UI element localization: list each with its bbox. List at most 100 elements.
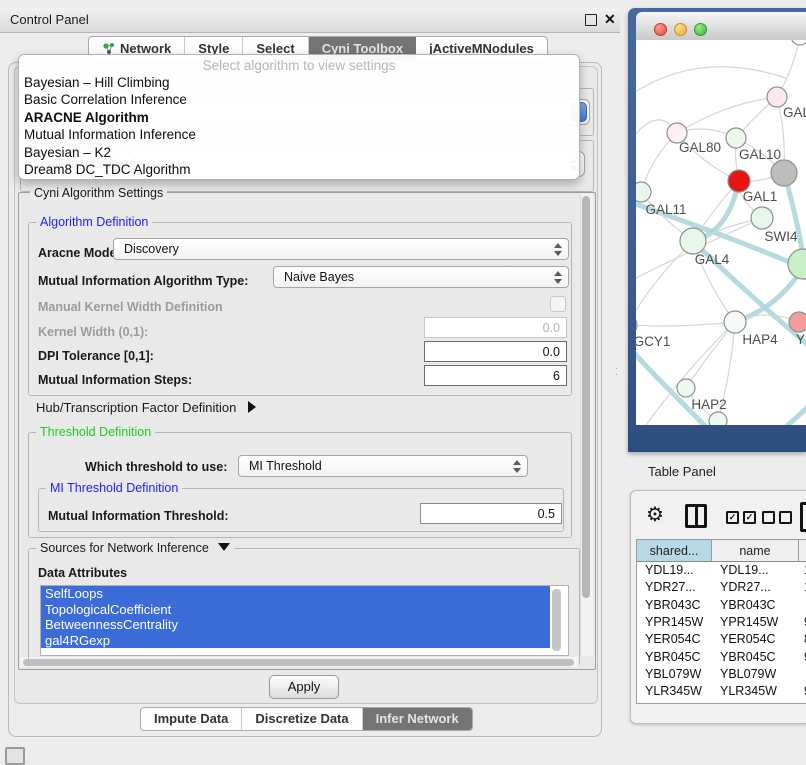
node-table[interactable]: shared... name YDL19...YDL19...13YDR27..… xyxy=(636,539,806,704)
sources-group-title[interactable]: Sources for Network Inference xyxy=(36,541,234,555)
table-cell: YBL079W xyxy=(645,667,701,681)
node-label: Y xyxy=(796,332,805,347)
tab-discretize-data[interactable]: Discretize Data xyxy=(242,708,362,730)
table-cell: YLR345W xyxy=(645,684,702,698)
table-cell: YPR145W xyxy=(645,615,703,629)
gear-icon[interactable]: ⚙ xyxy=(646,502,664,527)
algorithm-option-basic-correlation-inference[interactable]: Basic Correlation Inference xyxy=(19,91,579,108)
table-row[interactable]: YDL19...YDL19...13 xyxy=(637,562,806,579)
network-graph[interactable]: GALGAL80GAL10GAL1GAL11SWI4GAL4HAP4YGCY1H… xyxy=(636,40,806,425)
table-cell: YER054C xyxy=(645,632,701,646)
node-label: GAL11 xyxy=(645,202,686,217)
network-node[interactable] xyxy=(791,40,806,45)
network-node-hap2[interactable] xyxy=(677,379,695,397)
which-threshold-combobox[interactable]: MI Threshold xyxy=(238,455,528,477)
algorithm-option-mutual-information-inference[interactable]: Mutual Information Inference xyxy=(19,126,579,143)
manual-kernel-label: Manual Kernel Width Definition xyxy=(38,300,223,314)
float-window-icon[interactable] xyxy=(585,14,597,26)
network-node-y[interactable] xyxy=(789,312,806,332)
network-node-gal10[interactable] xyxy=(726,128,746,148)
attribute-item-topologicalcoefficient[interactable]: TopologicalCoefficient xyxy=(41,602,550,618)
data-attributes-list[interactable]: SelfLoopsTopologicalCoefficientBetweenne… xyxy=(40,585,569,656)
unchecked-box-icon[interactable] xyxy=(779,511,792,524)
column-header-shared-name[interactable]: shared... xyxy=(637,540,712,562)
kernel-width-field[interactable]: 0.0 xyxy=(424,317,567,338)
algorithm-option-dream8-dc-tdc-algorithm[interactable]: Dream8 DC_TDC Algorithm xyxy=(19,161,579,178)
network-node-gcy1[interactable] xyxy=(636,316,637,334)
expander-arrow-down-icon[interactable] xyxy=(218,543,230,551)
list-vertical-scrollbar-thumb[interactable] xyxy=(552,589,561,651)
document-icon[interactable] xyxy=(800,502,806,532)
algorithm-option-bayesian-k2[interactable]: Bayesian – K2 xyxy=(19,144,579,161)
table-panel-title: Table Panel xyxy=(648,464,716,479)
mi-type-label: Mutual Information Algorithm Type: xyxy=(38,274,248,288)
checked-box-icon[interactable]: ✓ xyxy=(726,511,739,524)
table-cell: YDR27... xyxy=(645,580,696,594)
attribute-item-gal4rgexp[interactable]: gal4RGexp xyxy=(41,633,550,649)
checked-box-icon[interactable]: ✓ xyxy=(743,511,756,524)
hub-definition-expander[interactable]: Hub/Transcription Factor Definition xyxy=(36,400,256,415)
minimize-traffic-light-icon[interactable] xyxy=(674,23,687,36)
apply-button[interactable]: Apply xyxy=(269,675,339,699)
algorithm-option-aracne-algorithm[interactable]: ARACNE Algorithm xyxy=(19,109,579,126)
algorithm-dropdown-popup: Select algorithm to view settings Bayesi… xyxy=(18,54,580,180)
attribute-item-selfloops[interactable]: SelfLoops xyxy=(41,586,550,602)
expander-arrow-right-icon[interactable] xyxy=(248,401,256,413)
table-cell: YBR043C xyxy=(720,598,776,612)
mi-steps-label: Mutual Information Steps: xyxy=(38,373,192,387)
network-node[interactable] xyxy=(788,249,806,279)
unchecked-box-icon[interactable] xyxy=(762,511,775,524)
table-row[interactable]: YIL052CYIL052C xyxy=(637,700,806,704)
network-view-window[interactable]: GALGAL80GAL10GAL1GAL11SWI4GAL4HAP4YGCY1H… xyxy=(628,8,806,452)
network-canvas[interactable]: GALGAL80GAL10GAL1GAL11SWI4GAL4HAP4YGCY1H… xyxy=(636,40,806,425)
network-edge[interactable] xyxy=(736,385,806,425)
table-row[interactable]: YBL079W YBL079W xyxy=(637,666,806,683)
aracne-mode-label: Aracne Mode: xyxy=(38,246,121,260)
table-cell: YLR345W xyxy=(720,684,777,698)
algorithm-definition-title: Algorithm Definition xyxy=(36,215,152,229)
network-node-hap4[interactable] xyxy=(724,311,746,333)
column-header-name[interactable]: name xyxy=(712,540,799,562)
network-window-titlebar[interactable] xyxy=(636,12,806,41)
dpi-tolerance-field[interactable]: 0.0 xyxy=(424,341,567,362)
table-row[interactable]: YBR043CYBR043C xyxy=(637,597,806,614)
tab-infer-network[interactable]: Infer Network xyxy=(363,708,472,730)
attribute-item-betweennesscentrality[interactable]: BetweennessCentrality xyxy=(41,617,550,633)
network-edge[interactable] xyxy=(636,322,735,326)
network-node-gal[interactable] xyxy=(767,87,787,107)
table-row[interactable]: YLR345WYLR345W9. xyxy=(637,683,806,700)
network-edge[interactable] xyxy=(677,97,777,133)
table-row[interactable]: YER054CYER054C8. xyxy=(637,631,806,648)
network-node-swi4[interactable] xyxy=(751,207,773,229)
table-row[interactable]: YPR145WYPR145W9. xyxy=(637,614,806,631)
zoom-traffic-light-icon[interactable] xyxy=(694,23,707,36)
algorithm-option-bayesian-hill-climbing[interactable]: Bayesian – Hill Climbing xyxy=(19,74,579,91)
mi-threshold-group-title: MI Threshold Definition xyxy=(46,481,182,495)
mi-threshold-field[interactable]: 0.5 xyxy=(420,503,562,524)
splitter-handle[interactable]: ∙∙ xyxy=(615,366,620,378)
settings-vertical-scrollbar-thumb[interactable] xyxy=(582,196,590,598)
network-edge[interactable] xyxy=(636,67,786,98)
table-row[interactable]: YDR27...YDR27...12 xyxy=(637,579,806,596)
mi-type-combobox[interactable]: Naive Bayes xyxy=(273,266,569,288)
close-traffic-light-icon[interactable] xyxy=(654,23,667,36)
collapsed-panel-icon[interactable] xyxy=(5,747,25,765)
close-icon[interactable]: ✕ xyxy=(604,11,616,28)
network-node[interactable] xyxy=(709,412,727,425)
network-node[interactable] xyxy=(771,160,797,186)
mi-steps-field[interactable]: 6 xyxy=(424,365,567,386)
aracne-mode-combobox[interactable]: Discovery xyxy=(113,238,569,260)
column-header-partial[interactable] xyxy=(799,540,806,562)
table-cell: YBR045C xyxy=(645,650,701,664)
node-label: GAL1 xyxy=(743,189,778,204)
split-columns-icon[interactable] xyxy=(685,504,707,528)
manual-kernel-checkbox[interactable] xyxy=(550,296,566,312)
which-threshold-label: Which threshold to use: xyxy=(85,460,227,474)
network-node-gal4[interactable] xyxy=(680,228,706,254)
aracne-mode-value: Discovery xyxy=(124,242,179,256)
network-node-gal11[interactable] xyxy=(636,182,651,202)
tab-impute-data[interactable]: Impute Data xyxy=(141,708,242,730)
table-cell: YBL079W xyxy=(720,667,776,681)
table-cell: YER054C xyxy=(720,632,776,646)
table-row[interactable]: YBR045CYBR045C9. xyxy=(637,649,806,666)
